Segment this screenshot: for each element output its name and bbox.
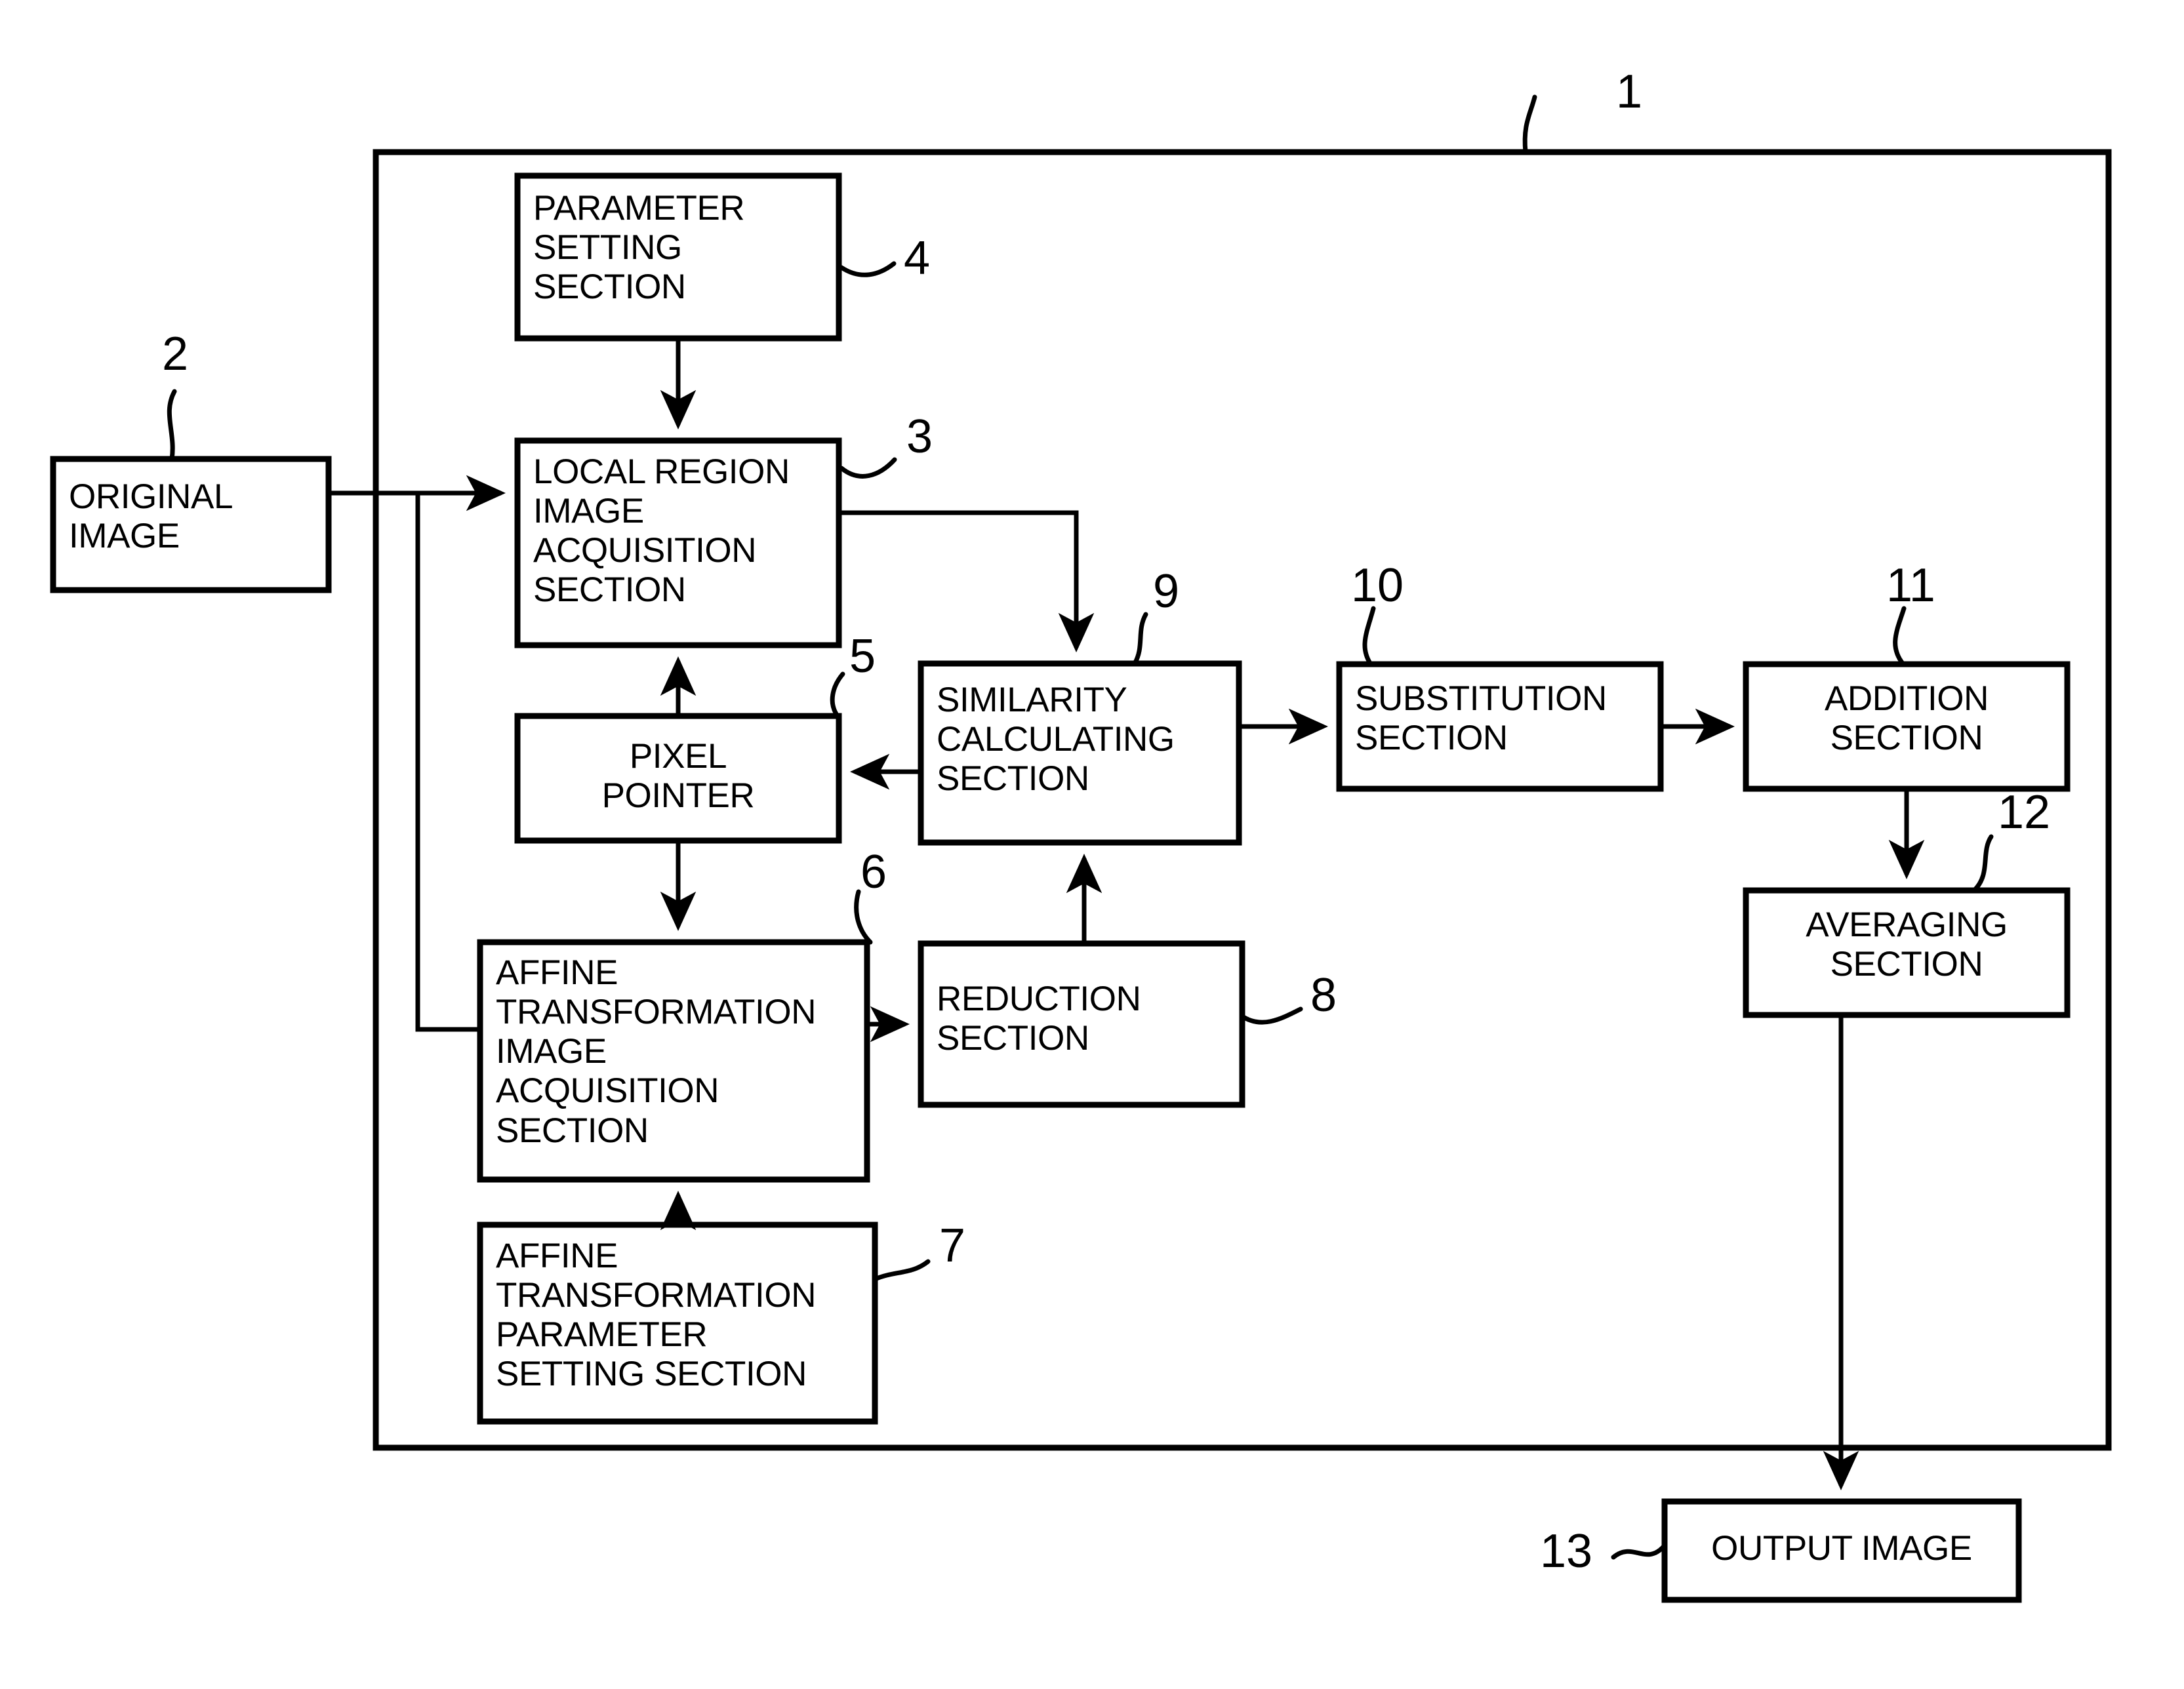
averaging-section-label: AVERAGING SECTION <box>1806 905 2008 984</box>
leader-line-6 <box>854 889 873 945</box>
similarity-calculating-section-label: SIMILARITY CALCULATING SECTION <box>937 681 1175 799</box>
leader-line-3 <box>839 457 897 479</box>
leader-line-2 <box>167 389 177 462</box>
diagram-canvas <box>50 94 2112 1603</box>
leader-line-9 <box>1132 612 1148 666</box>
ref-numeral-12: 12 <box>1998 786 2051 839</box>
affine-transformation-image-acquisition-section-label: AFFINE TRANSFORMATION IMAGE ACQUISITION … <box>496 953 817 1150</box>
connector-local-region-to-similarity <box>839 510 1095 653</box>
leader-line-11 <box>1893 606 1907 667</box>
leader-line-1 <box>1522 94 1537 155</box>
leader-line-13 <box>1611 1543 1667 1560</box>
leader-line-5 <box>830 671 845 719</box>
ref-numeral-5: 5 <box>849 630 876 683</box>
connector-original-branch-to-affine-image <box>415 493 480 1032</box>
addition-section-label: ADDITION SECTION <box>1824 679 1989 758</box>
substitution-section-label: SUBSTITUTION SECTION <box>1355 679 1607 758</box>
pixel-pointer-label: PIXEL POINTER <box>601 737 755 816</box>
patent-figure: ORIGINAL IMAGE PARAMETER SETTING SECTION… <box>0 0 2184 1689</box>
ref-numeral-9: 9 <box>1153 565 1180 618</box>
ref-numeral-1: 1 <box>1616 66 1643 118</box>
ref-numeral-8: 8 <box>1310 969 1337 1022</box>
reduction-section-label: REDUCTION SECTION <box>937 980 1141 1058</box>
ref-numeral-11: 11 <box>1886 559 1935 612</box>
original-image-label: ORIGINAL IMAGE <box>69 477 233 556</box>
ref-numeral-13: 13 <box>1540 1525 1593 1578</box>
ref-numeral-6: 6 <box>860 846 887 898</box>
leader-line-8 <box>1240 1006 1303 1025</box>
parameter-setting-section-label: PARAMETER SETTING SECTION <box>533 189 745 307</box>
local-region-image-acquisition-section-label: LOCAL REGION IMAGE ACQUISITION SECTION <box>533 452 790 610</box>
ref-numeral-10: 10 <box>1351 559 1404 612</box>
ref-numeral-3: 3 <box>906 410 933 463</box>
output-image-label: OUTPUT IMAGE <box>1711 1529 1972 1568</box>
leader-line-10 <box>1362 606 1376 667</box>
ref-numeral-4: 4 <box>904 232 931 285</box>
leader-line-4 <box>839 261 897 277</box>
leader-line-12 <box>1972 834 1994 893</box>
ref-numeral-7: 7 <box>939 1220 966 1272</box>
affine-transformation-parameter-setting-section-label: AFFINE TRANSFORMATION PARAMETER SETTING … <box>496 1237 817 1394</box>
ref-numeral-2: 2 <box>162 328 189 380</box>
